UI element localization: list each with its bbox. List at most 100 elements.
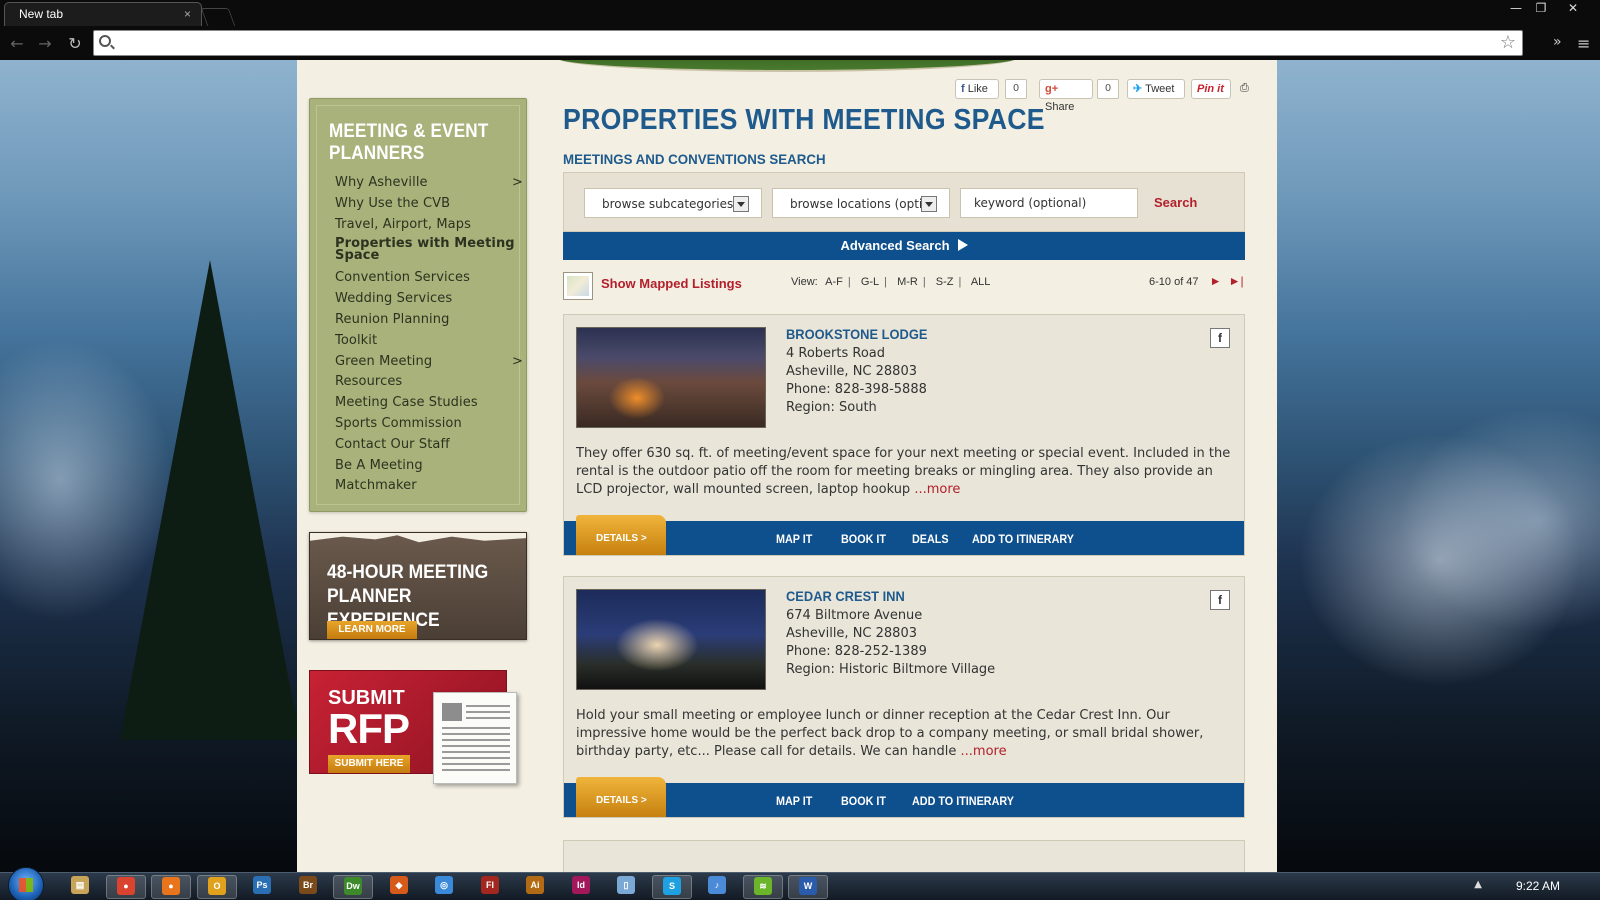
sidebar-item-contact-staff[interactable]: Contact Our Staff [335,435,515,456]
sidebar-item-why-use-cvb[interactable]: Why Use the CVB [335,194,515,215]
advanced-search-button[interactable]: Advanced Search [563,232,1245,260]
submit-here-button[interactable]: SUBMIT HERE [328,755,410,773]
clock[interactable]: 9:22 AM [1516,879,1560,893]
sidebar-item-sports-commission[interactable]: Sports Commission [335,414,515,435]
listing-name[interactable]: CEDAR CREST INN [786,588,905,604]
sidebar-item-properties[interactable]: Properties with Meeting Space [335,235,515,268]
google-share-button[interactable]: g+ Share [1039,79,1093,113]
learn-more-button[interactable]: LEARN MORE [327,621,417,639]
new-tab-button[interactable] [200,8,236,26]
dreamweaver-taskbar-icon[interactable]: Dw [333,875,373,899]
word-taskbar-icon[interactable]: W [788,875,828,899]
facebook-like-button[interactable]: f Like [955,79,999,99]
sidebar-item-case-studies[interactable]: Meeting Case Studies [335,393,515,414]
tray-expand-icon[interactable]: ▲ [1474,879,1482,890]
bridge-taskbar-icon[interactable]: Br [288,875,328,899]
sidebar-item-reunion-planning[interactable]: Reunion Planning [335,310,515,331]
firefox-taskbar-icon[interactable]: ● [151,875,191,899]
listing-photo[interactable] [576,327,766,428]
alphabet-filter: View: A-F | G-L | M-R | S-Z | ALL [791,276,991,288]
address-bar[interactable]: ☆ [93,30,1523,56]
add-to-itinerary-link[interactable]: ADD TO ITINERARY [972,532,1074,546]
itunes-taskbar-icon[interactable]: ♪ [697,875,737,899]
sidebar-item-green-meeting[interactable]: Green Meeting > [335,352,523,373]
fireworks-taskbar-icon[interactable]: ◆ [379,875,419,899]
pin-it-button[interactable]: Pin it [1191,79,1231,99]
facebook-icon[interactable]: f [1210,328,1230,348]
next-page-icon[interactable]: ► [1210,274,1222,288]
explorer-icon: ▤ [71,876,89,895]
reload-icon[interactable]: ↻ [64,34,86,53]
extensions-chevron-icon[interactable]: » [1553,34,1562,50]
play-arrow-icon [957,239,968,251]
deals-link[interactable]: DEALS [912,532,949,546]
view-option-s-z[interactable]: S-Z [936,276,954,288]
tree-decoration [120,260,300,740]
browser-tab[interactable]: New tab × [4,2,202,26]
menu-icon[interactable]: ≡ [1577,34,1590,53]
back-icon[interactable]: ← [6,34,28,53]
minimize-button[interactable]: — [1503,0,1529,18]
map-it-link[interactable]: MAP IT [776,794,812,808]
forward-icon[interactable]: → [34,34,56,53]
close-window-button[interactable]: ✕ [1560,0,1586,18]
bookmark-star-icon[interactable]: ☆ [1500,32,1516,53]
sidebar-item-resources[interactable]: Resources [335,372,515,393]
more-link[interactable]: ...more [961,744,1007,759]
map-icon[interactable] [563,272,593,300]
illustrator-taskbar-icon[interactable]: Ai [515,875,555,899]
location-select[interactable]: browse locations (optic [772,188,950,218]
show-mapped-listings-link[interactable]: Show Mapped Listings [601,276,742,291]
sidebar-item-be-a-meeting[interactable]: Be A Meeting [335,456,515,477]
indesign-taskbar-icon[interactable]: Id [561,875,601,899]
sidebar-item-matchmaker[interactable]: Matchmaker [335,476,515,497]
book-it-link[interactable]: BOOK IT [841,794,886,808]
chrome-taskbar-icon[interactable]: ● [106,875,146,899]
sidebar-item-toolkit[interactable]: Toolkit [335,331,515,352]
more-link[interactable]: ...more [914,482,960,497]
sidebar-item-convention-services[interactable]: Convention Services [335,268,515,289]
book-it-link[interactable]: BOOK IT [841,532,886,546]
keyword-input[interactable]: keyword (optional) [960,188,1138,218]
listing-photo[interactable] [576,589,766,690]
tab-close-icon[interactable]: × [184,7,191,21]
start-button[interactable] [8,867,44,900]
view-option-m-r[interactable]: M-R [897,276,918,288]
skype-taskbar-icon[interactable]: S [652,875,692,899]
spotify-icon: ≋ [754,877,772,896]
flash-taskbar-icon[interactable]: Fl [470,875,510,899]
listing-card: CEDAR CREST INN 674 Biltmore Avenue Ashe… [563,576,1245,818]
view-option-all[interactable]: ALL [971,276,991,288]
notes-icon: ▯ [617,876,635,895]
explorer-taskbar-icon[interactable]: ▤ [60,875,100,899]
notes-taskbar-icon[interactable]: ▯ [606,875,646,899]
subcategory-select[interactable]: browse subcategories [584,188,762,218]
restore-button[interactable]: ❐ [1528,0,1554,18]
dreamweaver-icon: Dw [344,877,362,896]
view-option-a-f[interactable]: A-F [825,276,843,288]
sidebar-item-why-asheville[interactable]: Why Asheville > [335,173,523,194]
photoshop-taskbar-icon[interactable]: Ps [242,875,282,899]
skype-icon: S [663,877,681,896]
spotify-taskbar-icon[interactable]: ≋ [743,875,783,899]
listing-city: Asheville, NC 28803 [786,626,917,641]
search-button[interactable]: Search [1154,195,1197,210]
tweet-button[interactable]: ✈ Tweet [1127,79,1185,99]
map-it-link[interactable]: MAP IT [776,532,812,546]
details-button[interactable]: DETAILS > [576,777,666,817]
last-page-icon[interactable]: ►| [1229,274,1244,288]
details-button[interactable]: DETAILS > [576,515,666,555]
network-taskbar-icon[interactable]: ◎ [424,875,464,899]
print-icon[interactable]: ⎙ [1237,79,1257,99]
outlook-taskbar-icon[interactable]: O [197,875,237,899]
view-option-g-l[interactable]: G-L [861,276,879,288]
sidebar-item-travel[interactable]: Travel, Airport, Maps [335,215,515,236]
sidebar-item-wedding-services[interactable]: Wedding Services [335,289,515,310]
facebook-icon[interactable]: f [1210,590,1230,610]
listing-name[interactable]: BROOKSTONE LODGE [786,326,927,342]
meeting-planner-promo[interactable]: 48-HOUR MEETING PLANNER EXPERIENCE LEARN… [309,532,527,640]
add-to-itinerary-link[interactable]: ADD TO ITINERARY [912,794,1014,808]
address-input[interactable] [118,34,1488,52]
page-title: PROPERTIES WITH MEETING SPACE [563,104,1045,136]
listing-phone: Phone: 828-398-5888 [786,382,927,397]
